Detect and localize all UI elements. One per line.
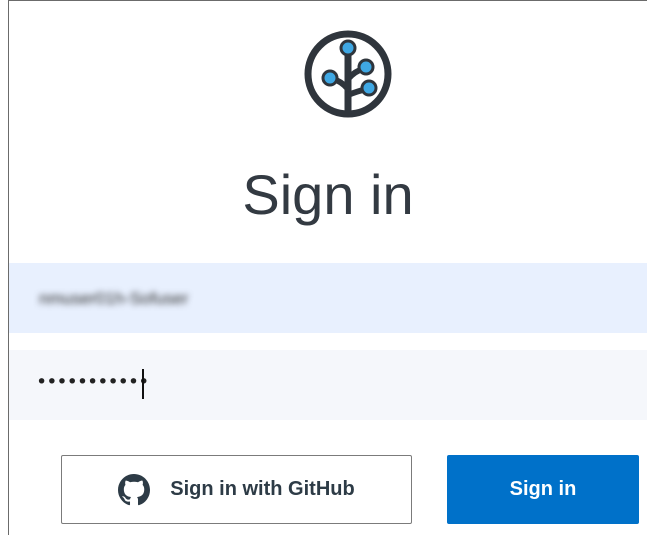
sign-in-button[interactable]: Sign in: [447, 455, 639, 524]
page-title: Sign in: [242, 163, 414, 226]
sign-in-button-label: Sign in: [509, 478, 577, 500]
sign-in-with-github-button[interactable]: Sign in with GitHub: [61, 455, 412, 524]
github-button-label: Sign in with GitHub: [170, 478, 355, 500]
text-cursor: [142, 369, 144, 399]
tree-logo-icon: [304, 30, 392, 118]
github-icon: [118, 473, 151, 505]
username-value: nmuser01h-Sofuser: [39, 289, 189, 308]
password-field[interactable]: •••••••••••: [9, 350, 647, 420]
username-field[interactable]: nmuser01h-Sofuser: [9, 263, 647, 333]
window-border-top: [8, 0, 647, 1]
password-value: •••••••••••: [36, 371, 149, 393]
sign-in-page: Sign in nmuser01h-Sofuser ••••••••••• Si…: [0, 0, 647, 535]
